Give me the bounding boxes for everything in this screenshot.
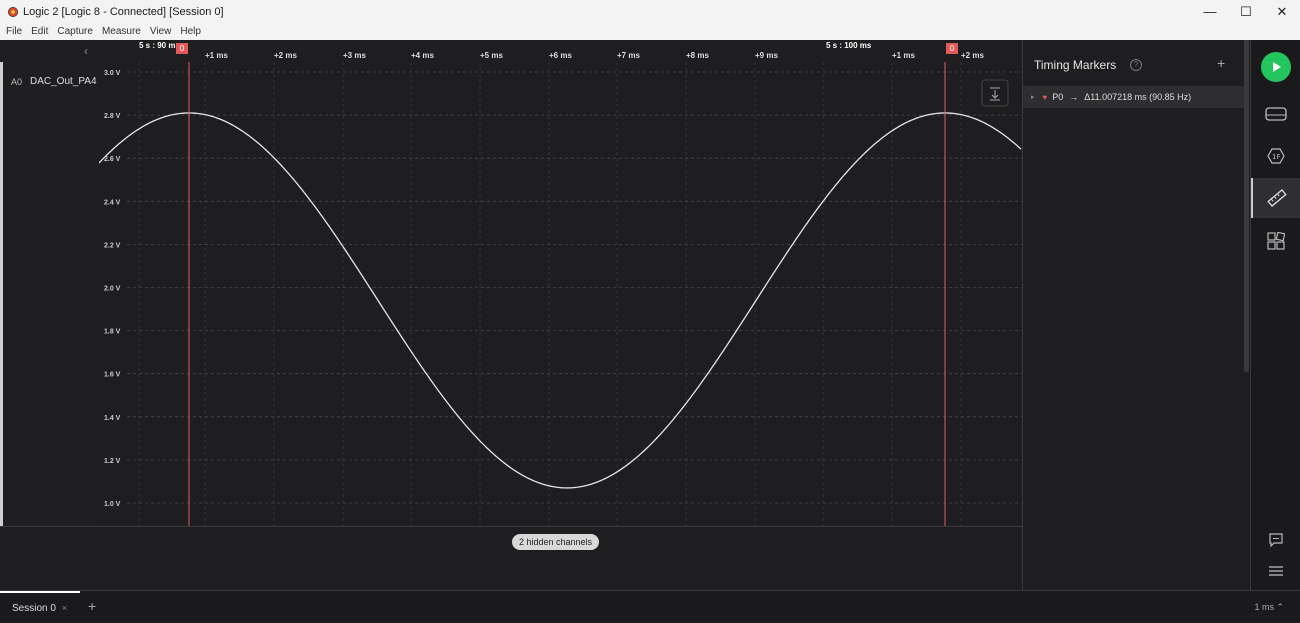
y-axis-label: 1.0 V [104,501,121,508]
ruler-tick: +1 ms [205,51,228,60]
add-marker-button[interactable]: + [1217,55,1225,71]
ruler-icon [1267,189,1287,207]
menu-edit[interactable]: Edit [31,26,48,37]
start-capture-button[interactable] [1251,47,1300,87]
channel-header[interactable]: A0 DAC_Out_PA4 [0,62,99,526]
extensions-button[interactable] [1251,221,1300,261]
menu-help[interactable]: Help [180,26,201,37]
channel-name[interactable]: DAC_Out_PA4 [30,76,97,87]
y-axis-label: 2.6 V [104,156,121,163]
logic-app-icon [8,6,18,17]
zoom-level[interactable]: 1 ms ⌃ [1254,602,1284,613]
ruler-tick: +2 ms [961,51,984,60]
play-icon [1261,52,1291,82]
chat-icon [1269,533,1283,548]
y-axis-label: 2.8 V [104,113,121,120]
panel-title: Timing Markers [1034,58,1117,72]
channel-id: A0 [11,77,23,87]
maximize-button[interactable]: ☐ [1228,0,1264,23]
timing-marker-flag[interactable]: 0 [946,43,958,54]
analog-plot[interactable]: 3.0 V 2.8 V 2.6 V 2.4 V 2.2 V 2.0 V 1.8 V 1.6 V… [99,62,1022,526]
menu-measure[interactable]: Measure [102,26,141,37]
y-axis-label: 1.8 V [104,329,121,336]
hamburger-icon [1269,566,1283,576]
marker-color-icon: ♥ [1042,92,1048,102]
title-bar: Logic 2 [Logic 8 - Connected] [Session 0… [0,0,1300,23]
arrow-icon: → [1069,92,1079,102]
close-window-button[interactable]: ✕ [1264,0,1300,23]
capture-view: ‹ 5 s : 90 ms 5 s : 100 ms +1 ms +2 ms +… [0,40,1022,590]
marker-delta: Δ11.007218 ms (90.85 Hz) [1084,92,1192,102]
panel-scrollbar[interactable] [1244,40,1249,372]
analyzer-icon: 1F [1267,148,1285,164]
device-settings-button[interactable] [1251,94,1300,134]
autoscale-button[interactable] [981,79,1009,107]
extensions-icon [1267,232,1285,250]
timing-marker-flag[interactable]: 0 [176,43,188,54]
close-session-icon[interactable]: × [62,603,67,613]
y-axis-label: 2.2 V [104,242,121,249]
menu-capture[interactable]: Capture [57,26,93,37]
marker-list-item[interactable]: ▸ ♥ P0 → Δ11.007218 ms (90.85 Hz) [1023,86,1245,108]
y-axis-label: 3.0 V [104,70,121,77]
analyzers-button[interactable]: 1F [1251,136,1300,176]
session-tab-label: Session 0 [12,602,56,614]
menu-file[interactable]: File [6,26,22,37]
ruler-tick: +1 ms [892,51,915,60]
ruler-tick: +6 ms [549,51,572,60]
right-toolbar: 1F [1250,40,1300,590]
y-axis-label: 1.6 V [104,372,121,379]
y-axis-label: 2.4 V [104,199,121,206]
timing-markers-panel: Timing Markers ? + ▸ ♥ P0 → Δ11.007218 m… [1022,40,1250,590]
ruler-tick: +5 ms [480,51,503,60]
ruler-tick: +3 ms [343,51,366,60]
marker-name: P0 [1052,92,1064,102]
session-tab[interactable]: Session 0 × [0,591,80,623]
svg-text:1F: 1F [1272,153,1280,161]
expand-chevron-icon[interactable]: ▸ [1031,93,1035,101]
device-icon [1265,107,1287,121]
y-axis-label: 1.4 V [104,415,121,422]
ruler-major-left: 5 s : 90 ms [139,41,180,50]
ruler-tick: +9 ms [755,51,778,60]
ruler-tick: +8 ms [686,51,709,60]
timing-markers-button[interactable] [1251,178,1300,218]
hidden-channels-area: 2 hidden channels [0,526,1022,590]
menu-view[interactable]: View [150,26,172,37]
y-axis-label: 1.2 V [104,458,121,465]
minimize-button[interactable]: — [1192,0,1228,23]
time-ruler[interactable]: 5 s : 90 ms 5 s : 100 ms +1 ms +2 ms +3 … [99,40,1022,62]
ruler-major-right: 5 s : 100 ms [826,41,872,50]
new-session-button[interactable]: + [88,598,96,614]
hidden-channels-button[interactable]: 2 hidden channels [512,534,600,550]
main-menu-button[interactable] [1251,551,1300,591]
collapse-channels-icon[interactable]: ‹ [84,44,88,58]
session-bar: Session 0 × + 1 ms ⌃ [0,590,1300,622]
menu-bar: File Edit Capture Measure View Help [0,23,1300,40]
ruler-tick: +7 ms [617,51,640,60]
window-title: Logic 2 [Logic 8 - Connected] [Session 0… [23,5,224,18]
ruler-tick: +2 ms [274,51,297,60]
help-icon[interactable]: ? [1130,59,1142,71]
analog-waveform [99,112,1022,489]
ruler-tick: +4 ms [411,51,434,60]
y-axis-label: 2.0 V [104,286,121,293]
